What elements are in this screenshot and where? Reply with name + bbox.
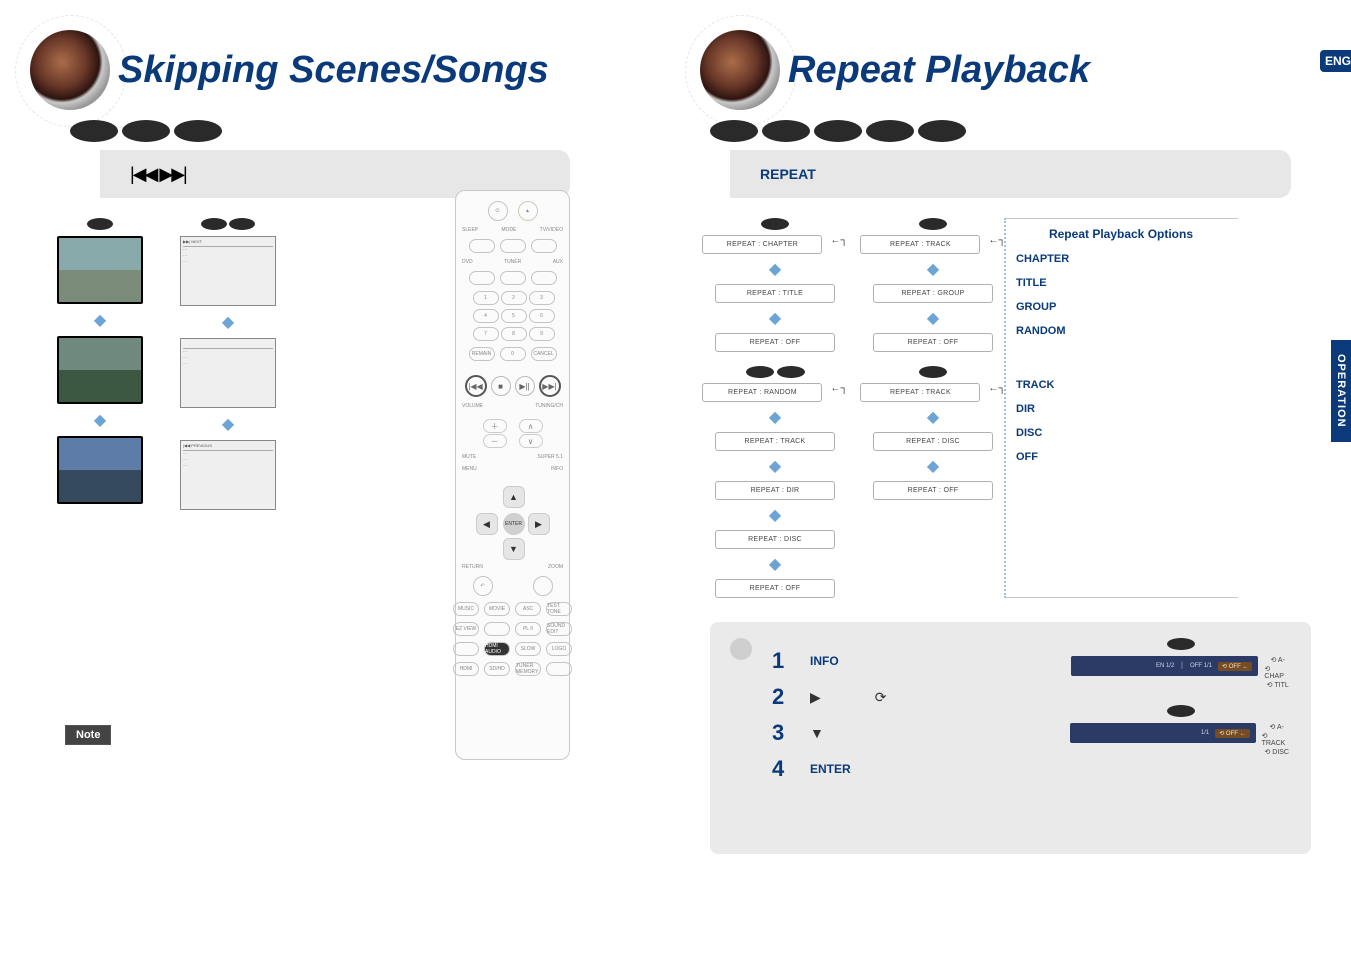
disc-type-row-left bbox=[70, 120, 630, 142]
repeat-button[interactable]: HDMI AUDIO bbox=[484, 642, 510, 656]
cancel-button[interactable]: CANCEL bbox=[531, 347, 557, 361]
option-title: TITLE bbox=[1016, 277, 1226, 289]
power-button[interactable]: ⏻ bbox=[488, 201, 508, 221]
osd-options: A- CHAP TITL bbox=[1264, 656, 1291, 689]
play-pause-button[interactable]: ▶|| bbox=[515, 376, 535, 396]
remote-control: ⏻ ▲ SLEEPMODETV/VIDEO DVDTUNERAUX 123 45… bbox=[455, 190, 570, 760]
stop-button[interactable]: ■ bbox=[491, 376, 511, 396]
repeat-state: REPEAT : OFF bbox=[873, 481, 993, 500]
bullet-icon bbox=[730, 638, 752, 660]
repeat-options-panel: Repeat Playback Options CHAPTER TITLE GR… bbox=[1004, 218, 1238, 598]
sleep-button[interactable] bbox=[469, 239, 495, 253]
repeat-col-cd: REPEAT : TRACK←┐ ◆ REPEAT : DISC ◆ REPEA… bbox=[868, 366, 998, 598]
open-close-button[interactable]: ▲ bbox=[518, 201, 538, 221]
down-arrow-icon: ◆ bbox=[94, 310, 106, 330]
page-title-left: Skipping Scenes/Songs bbox=[118, 49, 549, 92]
thumbnail bbox=[57, 236, 143, 304]
skip-next-button[interactable]: ▶▶| bbox=[539, 375, 561, 397]
repeat-state: REPEAT : TRACK bbox=[715, 432, 835, 451]
thumbnail bbox=[57, 336, 143, 404]
repeat-state: REPEAT : OFF bbox=[715, 333, 835, 352]
zoom-button[interactable] bbox=[533, 576, 553, 596]
language-badge: ENG bbox=[1320, 50, 1351, 72]
nav-up[interactable]: ▲ bbox=[503, 486, 525, 508]
osd-preview: 1/1⟲ OFF bbox=[1070, 723, 1255, 743]
remain-button[interactable]: REMAIN bbox=[469, 347, 495, 361]
step-label: INFO bbox=[810, 654, 839, 668]
osd-preview: EN 1/2│OFF 1/1⟲ OFF bbox=[1071, 656, 1258, 676]
nav-left[interactable]: ◀ bbox=[476, 513, 498, 535]
numpad[interactable]: 123 456 789 bbox=[473, 291, 553, 341]
options-title: Repeat Playback Options bbox=[1016, 227, 1226, 241]
repeat-state: REPEAT : TRACK bbox=[860, 235, 980, 254]
osd-options: A- TRACK DISC bbox=[1262, 723, 1292, 756]
repeat-state: REPEAT : GROUP bbox=[873, 284, 993, 303]
mode-button[interactable] bbox=[500, 239, 526, 253]
skip-icons: |◀◀ ▶▶| bbox=[130, 164, 186, 185]
step-number: 4 bbox=[772, 756, 786, 782]
nav-down[interactable]: ▼ bbox=[503, 538, 525, 560]
dvd-src-button[interactable] bbox=[469, 271, 495, 285]
nav-right[interactable]: ▶ bbox=[528, 513, 550, 535]
list-screen: ········· bbox=[180, 338, 276, 408]
repeat-state: REPEAT : CHAPTER bbox=[702, 235, 822, 254]
tuner-src-button[interactable] bbox=[500, 271, 526, 285]
option-off: OFF bbox=[1016, 451, 1226, 463]
option-track: TRACK bbox=[1016, 379, 1226, 391]
thumbnail bbox=[57, 436, 143, 504]
repeat-state: REPEAT : TRACK bbox=[860, 383, 980, 402]
step-bar-right: REPEAT bbox=[730, 150, 1291, 198]
repeat-col-mp3: REPEAT : RANDOM←┐ ◆ REPEAT : TRACK ◆ REP… bbox=[710, 366, 840, 598]
volume-rocker[interactable]: ＋－ bbox=[483, 419, 507, 448]
tvvideo-button[interactable] bbox=[531, 239, 557, 253]
repeat-state: REPEAT : DISC bbox=[715, 530, 835, 549]
repeat-col-dvdaudio: REPEAT : TRACK←┐ ◆ REPEAT : GROUP ◆ REPE… bbox=[868, 218, 998, 352]
option-chapter: CHAPTER bbox=[1016, 253, 1226, 265]
section-tab: OPERATION bbox=[1331, 340, 1351, 442]
speaker-icon bbox=[700, 30, 780, 110]
skip-prev-button[interactable]: |◀◀ bbox=[465, 375, 487, 397]
repeat-icon: ⟳ bbox=[875, 689, 887, 706]
repeat-state: REPEAT : OFF bbox=[715, 579, 835, 598]
return-button[interactable]: ↶ bbox=[473, 576, 493, 596]
step-label: ENTER bbox=[810, 762, 851, 776]
option-dir: DIR bbox=[1016, 403, 1226, 415]
enter-button[interactable]: ENTER bbox=[503, 513, 525, 535]
down-arrow-icon: ◆ bbox=[222, 414, 234, 434]
navigation-pad[interactable]: ▲ ▼ ◀ ▶ ENTER bbox=[478, 488, 548, 558]
repeat-col-dvd: REPEAT : CHAPTER←┐ ◆ REPEAT : TITLE ◆ RE… bbox=[710, 218, 840, 352]
option-group: GROUP bbox=[1016, 301, 1226, 313]
repeat-state: REPEAT : TITLE bbox=[715, 284, 835, 303]
down-arrow-icon: ◆ bbox=[222, 312, 234, 332]
zero-button[interactable]: 0 bbox=[500, 347, 526, 361]
repeat-state: REPEAT : DISC bbox=[873, 432, 993, 451]
list-screen: ▶▶| NEXT ········· bbox=[180, 236, 276, 306]
disc-type-row-right bbox=[710, 120, 1351, 142]
option-random: RANDOM bbox=[1016, 325, 1226, 337]
repeat-state: REPEAT : DIR bbox=[715, 481, 835, 500]
down-arrow-icon: ▼ bbox=[810, 725, 824, 741]
option-disc: DISC bbox=[1016, 427, 1226, 439]
right-arrow-icon: ▶ bbox=[810, 689, 821, 706]
aux-src-button[interactable] bbox=[531, 271, 557, 285]
repeat-state: REPEAT : OFF bbox=[873, 333, 993, 352]
page-title-right: Repeat Playback bbox=[788, 49, 1090, 92]
note-label: Note bbox=[65, 725, 111, 745]
repeat-state: REPEAT : RANDOM bbox=[702, 383, 822, 402]
tuning-rocker[interactable]: ∧∨ bbox=[519, 419, 543, 448]
step-number: 3 bbox=[772, 720, 786, 746]
info-steps-panel: 1 INFO 2 ▶ ⟳ 3 ▼ 4 ENTER EN 1/2│OFF 1/1⟲… bbox=[710, 622, 1311, 854]
down-arrow-icon: ◆ bbox=[94, 410, 106, 430]
step-number: 2 bbox=[772, 684, 786, 710]
list-screen: |◀◀ PREVIOUS········· bbox=[180, 440, 276, 510]
step-number: 1 bbox=[772, 648, 786, 674]
speaker-icon bbox=[30, 30, 110, 110]
